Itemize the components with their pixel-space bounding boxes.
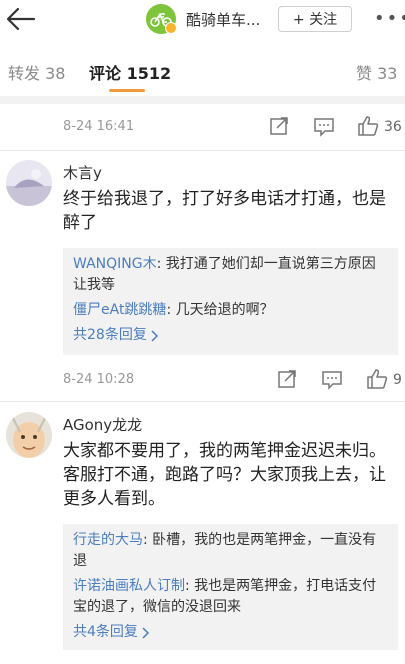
reply-box: 行走的大马: 卧槽，我的也是两笔押金，一直没有 退 许诺油画私人订制: 我也是两… bbox=[63, 524, 398, 650]
active-tab-indicator bbox=[109, 89, 145, 92]
tab-comments[interactable]: 评论 1512 bbox=[89, 60, 171, 84]
avatar[interactable] bbox=[6, 412, 52, 458]
reply-item[interactable]: WANQING木: 我打通了她们却一直说第三方原因 让我等 bbox=[73, 254, 388, 296]
more-menu-icon[interactable]: ••• bbox=[374, 8, 405, 29]
follow-label: + 关注 bbox=[292, 12, 338, 28]
divider bbox=[0, 150, 405, 151]
comment-username[interactable]: AGony龙龙 bbox=[63, 414, 142, 435]
verified-badge-icon bbox=[165, 22, 177, 34]
back-arrow-icon[interactable] bbox=[4, 4, 38, 34]
comment-text: 大家都不要用了，我的两笔押金迟迟未归。 客服打不通，跑路了吗？大家顶我上去，让 … bbox=[63, 439, 393, 511]
reply-username[interactable]: 行走的大马 bbox=[73, 532, 143, 548]
more-replies-link[interactable]: 共4条回复 bbox=[73, 622, 388, 643]
divider bbox=[0, 401, 405, 402]
like-count: 36 bbox=[384, 119, 402, 135]
comment-icon[interactable] bbox=[321, 368, 343, 390]
comment-actions-row: 8-24 16:41 36 bbox=[0, 113, 405, 143]
reply-username[interactable]: 许诺油画私人订制 bbox=[73, 578, 185, 594]
comment-actions-row: 8-24 10:28 9 bbox=[0, 366, 405, 396]
more-replies-label: 共4条回复 bbox=[73, 624, 138, 640]
account-title[interactable]: 酷骑单车... bbox=[186, 9, 260, 30]
reply-item[interactable]: 僵尸eAt跳跳糖: 几天给退的啊？ bbox=[73, 300, 388, 321]
reply-text: : 我也是两笔押金，打电话支付 bbox=[185, 578, 377, 594]
like-icon[interactable] bbox=[366, 368, 388, 390]
comment-text-line: 更多人看到。 bbox=[63, 489, 165, 509]
reply-text: : 几天给退的啊？ bbox=[166, 302, 274, 318]
comment-text-line: 大家都不要用了，我的两笔押金迟迟未归。 bbox=[63, 441, 386, 461]
comment-text-line: 客服打不通，跑路了吗？大家顶我上去，让 bbox=[63, 465, 386, 485]
tabs-bar: 转发 38 评论 1512 赞 33 bbox=[0, 42, 405, 96]
tabs-separator bbox=[0, 96, 405, 104]
reply-username[interactable]: 僵尸eAt跳跳糖 bbox=[73, 302, 166, 318]
repost-icon[interactable] bbox=[268, 115, 290, 137]
like-icon[interactable] bbox=[357, 115, 379, 137]
reply-username[interactable]: WANQING木 bbox=[73, 256, 157, 272]
chevron-right-icon bbox=[151, 329, 158, 342]
comment-time: 8-24 10:28 bbox=[63, 372, 135, 387]
follow-button[interactable]: + 关注 bbox=[278, 6, 352, 32]
reply-item[interactable]: 行走的大马: 卧槽，我的也是两笔押金，一直没有 退 bbox=[73, 530, 388, 572]
reply-text: 退 bbox=[73, 553, 87, 569]
reply-text: : 我打通了她们却一直说第三方原因 bbox=[156, 256, 376, 272]
repost-icon[interactable] bbox=[276, 368, 298, 390]
comment-text-line: 醉了 bbox=[63, 213, 97, 233]
like-count: 9 bbox=[393, 372, 402, 388]
reply-text: 让我等 bbox=[73, 277, 115, 293]
reply-text: : 卧槽，我的也是两笔押金，一直没有 bbox=[143, 532, 377, 548]
tab-repost[interactable]: 转发 38 bbox=[8, 60, 65, 84]
comment-icon[interactable] bbox=[313, 115, 335, 137]
reply-text: 宝的退了，微信的没退回来 bbox=[73, 599, 241, 615]
more-replies-label: 共28条回复 bbox=[73, 327, 147, 343]
chevron-right-icon bbox=[142, 626, 149, 639]
tab-likes[interactable]: 赞 33 bbox=[356, 60, 397, 84]
more-replies-link[interactable]: 共28条回复 bbox=[73, 325, 388, 346]
top-bar: 酷骑单车... + 关注 ••• bbox=[0, 0, 405, 42]
comment-text: 终于给我退了，打了好多电话才打通，也是 醉了 bbox=[63, 187, 393, 235]
comment-time: 8-24 16:41 bbox=[63, 119, 135, 134]
avatar-image bbox=[6, 160, 52, 206]
avatar[interactable] bbox=[6, 160, 52, 206]
comment-username[interactable]: 木言y bbox=[63, 162, 102, 183]
reply-box: WANQING木: 我打通了她们却一直说第三方原因 让我等 僵尸eAt跳跳糖: … bbox=[63, 248, 398, 355]
reply-item[interactable]: 许诺油画私人订制: 我也是两笔押金，打电话支付 宝的退了，微信的没退回来 bbox=[73, 576, 388, 618]
avatar-image bbox=[6, 412, 52, 458]
comment-text-line: 终于给我退了，打了好多电话才打通，也是 bbox=[63, 189, 386, 209]
